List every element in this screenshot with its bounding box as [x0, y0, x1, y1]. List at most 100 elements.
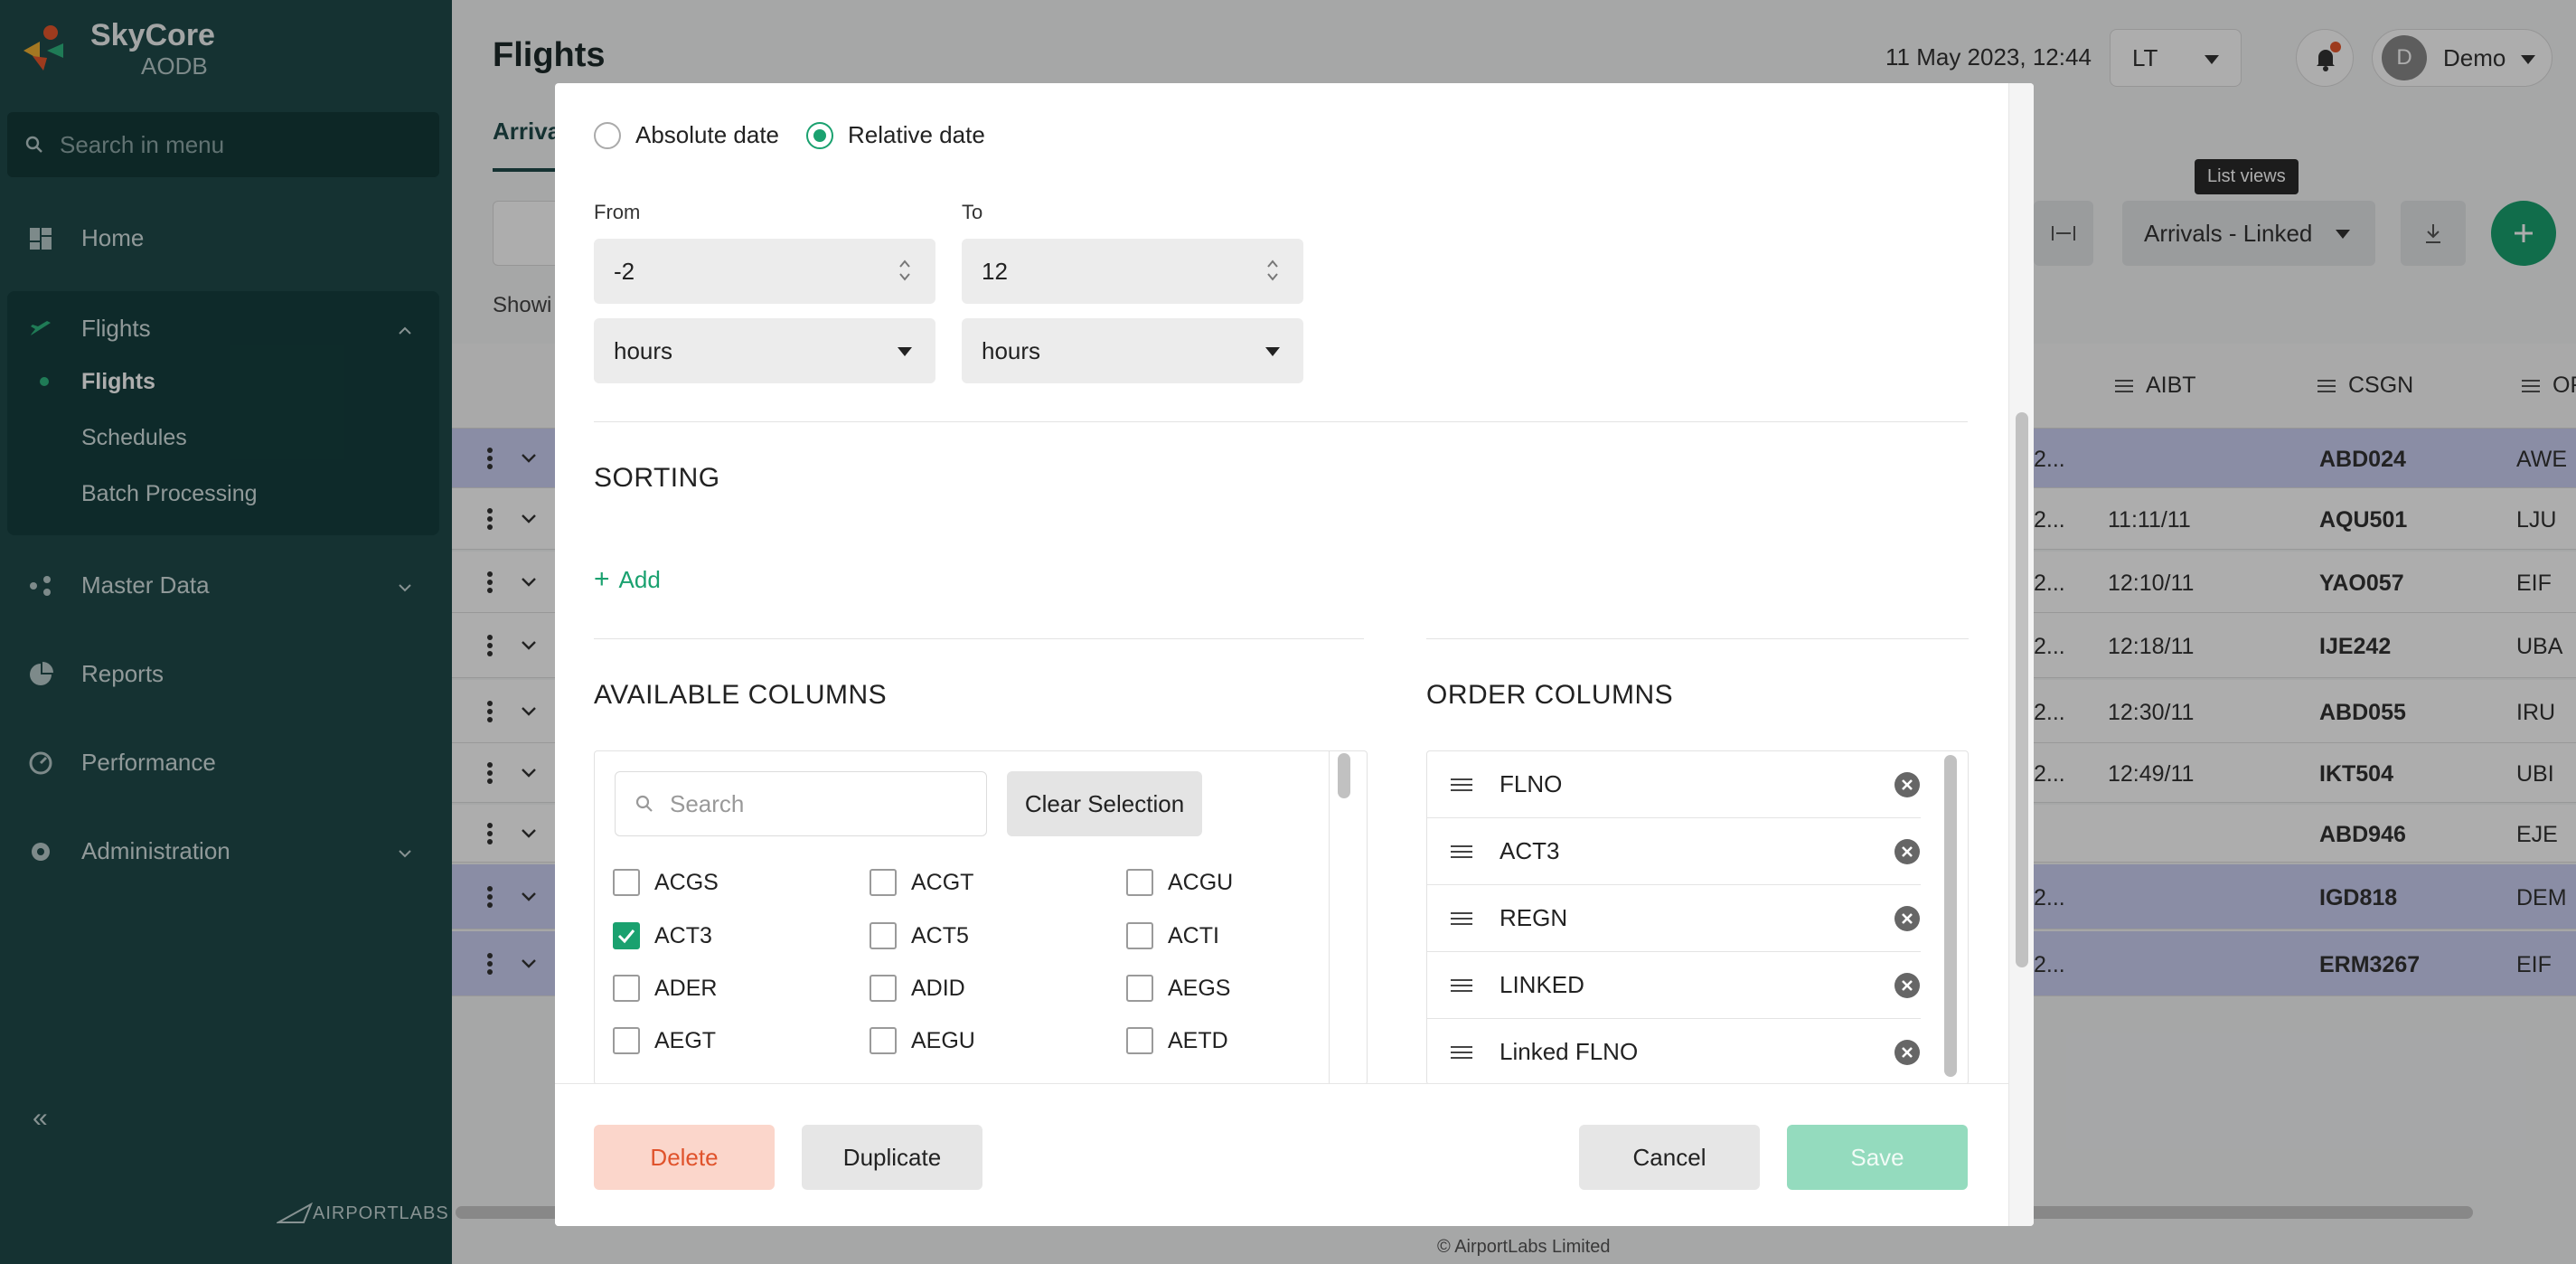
column-checkbox-label: ADER — [654, 975, 718, 1001]
checkbox[interactable] — [613, 869, 640, 896]
absolute-date-label[interactable]: Absolute date — [635, 121, 779, 149]
order-column-label: REGN — [1500, 904, 1568, 931]
column-checkbox-label: ADID — [911, 975, 965, 1001]
to-value-input[interactable]: 12 — [962, 239, 1303, 304]
from-label: From — [594, 201, 641, 223]
columns-search-input[interactable]: Search — [615, 771, 987, 836]
absolute-date-radio[interactable] — [594, 121, 621, 149]
clear-selection-button[interactable]: Clear Selection — [1007, 771, 1202, 836]
available-columns-title: AVAILABLE COLUMNS — [594, 680, 888, 710]
checkbox[interactable] — [870, 922, 897, 949]
checkbox[interactable] — [613, 975, 640, 1002]
delete-button[interactable]: Delete — [594, 1125, 775, 1190]
columns-search-placeholder: Search — [670, 789, 745, 817]
order-column-item[interactable]: Linked FLNO — [1427, 1019, 1921, 1084]
available-columns-scrollbar[interactable] — [1338, 753, 1350, 798]
available-columns-panel: Search Clear Selection ACGS ACGT ACGU ACT3 A… — [594, 750, 1368, 1085]
order-column-item[interactable]: ACT3 — [1427, 818, 1921, 885]
column-checkbox-label: AEGT — [654, 1027, 717, 1053]
column-checkbox-label: AEGS — [1168, 975, 1231, 1001]
order-columns-scrollbar[interactable] — [1944, 755, 1957, 1077]
column-checkbox-label: ACT5 — [911, 922, 969, 948]
drag-handle-icon[interactable] — [1451, 844, 1472, 859]
list-view-settings-dialog: Absolute date Relative date From To -2 1… — [555, 83, 2034, 1226]
from-value-input[interactable]: -2 — [594, 239, 935, 304]
order-column-label: Linked FLNO — [1500, 1038, 1639, 1065]
column-checkbox-label: ACGU — [1168, 869, 1234, 895]
order-column-item[interactable]: REGN — [1427, 885, 1921, 952]
column-checkbox[interactable]: ACGT — [870, 869, 973, 896]
to-unit-select[interactable]: hours — [962, 318, 1303, 383]
checkbox[interactable] — [1126, 1027, 1153, 1054]
column-checkbox[interactable]: ADER — [613, 975, 717, 1002]
to-unit-value: hours — [982, 336, 1041, 364]
divider — [1426, 638, 1969, 639]
column-checkbox-label: ACTI — [1168, 922, 1219, 948]
column-checkbox[interactable]: ADID — [870, 975, 965, 1002]
from-value: -2 — [614, 257, 635, 285]
column-checkbox[interactable]: AEGT — [613, 1027, 716, 1054]
drag-handle-icon[interactable] — [1451, 1045, 1472, 1060]
date-mode-radio-group: Absolute date Relative date — [594, 121, 985, 149]
caret-down-icon — [1265, 347, 1280, 356]
dialog-scrollbar[interactable] — [2016, 412, 2028, 967]
column-checkbox[interactable]: AEGU — [870, 1027, 975, 1054]
column-checkbox-label: AETD — [1168, 1027, 1228, 1053]
save-button[interactable]: Save — [1787, 1125, 1968, 1190]
checkbox[interactable] — [870, 869, 897, 896]
order-column-item[interactable]: FLNO — [1427, 751, 1921, 818]
duplicate-button[interactable]: Duplicate — [802, 1125, 982, 1190]
checkbox[interactable] — [613, 1027, 640, 1054]
relative-date-radio[interactable] — [806, 121, 834, 149]
divider — [594, 421, 1968, 422]
column-checkbox[interactable]: ACGU — [1126, 869, 1233, 896]
column-checkbox-label: AEGU — [911, 1027, 975, 1053]
column-checkbox[interactable]: ACT5 — [870, 922, 969, 949]
drag-handle-icon[interactable] — [1451, 911, 1472, 926]
drag-handle-icon[interactable] — [1451, 778, 1472, 792]
order-columns-panel: FLNO ACT3 REGN LINKED Linked FLNO — [1426, 750, 1969, 1085]
checkmark-icon — [617, 929, 635, 944]
from-unit-value: hours — [614, 336, 673, 364]
to-value: 12 — [982, 257, 1008, 285]
remove-column-icon[interactable] — [1894, 972, 1921, 999]
order-column-label: FLNO — [1500, 770, 1563, 797]
add-sorting-label: Add — [618, 565, 661, 593]
to-label: To — [962, 201, 983, 223]
plus-icon: + — [594, 564, 610, 594]
remove-column-icon[interactable] — [1894, 771, 1921, 798]
caret-down-icon — [898, 347, 912, 356]
column-checkbox[interactable]: AEGS — [1126, 975, 1230, 1002]
divider — [594, 638, 1364, 639]
scroll-track — [1329, 751, 1330, 1084]
add-sorting-button[interactable]: + Add — [594, 564, 661, 595]
checkbox[interactable] — [1126, 975, 1153, 1002]
column-checkbox[interactable]: ACT3 — [613, 922, 712, 949]
stepper-icon[interactable] — [898, 257, 912, 284]
drag-handle-icon[interactable] — [1451, 978, 1472, 993]
column-checkbox-label: ACGT — [911, 869, 974, 895]
cancel-button[interactable]: Cancel — [1579, 1125, 1760, 1190]
search-icon — [635, 795, 653, 812]
column-checkbox-label: ACT3 — [654, 922, 712, 948]
checkbox[interactable] — [613, 922, 640, 949]
column-checkbox[interactable]: AETD — [1126, 1027, 1228, 1054]
order-column-label: LINKED — [1500, 971, 1584, 998]
relative-date-label[interactable]: Relative date — [848, 121, 985, 149]
from-unit-select[interactable]: hours — [594, 318, 935, 383]
checkbox[interactable] — [1126, 922, 1153, 949]
checkbox[interactable] — [870, 1027, 897, 1054]
column-checkbox[interactable]: ACGS — [613, 869, 719, 896]
column-checkbox[interactable]: ACTI — [1126, 922, 1219, 949]
remove-column-icon[interactable] — [1894, 905, 1921, 932]
order-columns-title: ORDER COLUMNS — [1426, 680, 1674, 710]
remove-column-icon[interactable] — [1894, 838, 1921, 865]
checkbox[interactable] — [1126, 869, 1153, 896]
column-checkbox-label: ACGS — [654, 869, 719, 895]
order-column-item[interactable]: LINKED — [1427, 952, 1921, 1019]
checkbox[interactable] — [870, 975, 897, 1002]
stepper-icon[interactable] — [1265, 257, 1280, 284]
order-column-label: ACT3 — [1500, 837, 1560, 864]
remove-column-icon[interactable] — [1894, 1039, 1921, 1066]
sorting-title: SORTING — [594, 463, 720, 493]
